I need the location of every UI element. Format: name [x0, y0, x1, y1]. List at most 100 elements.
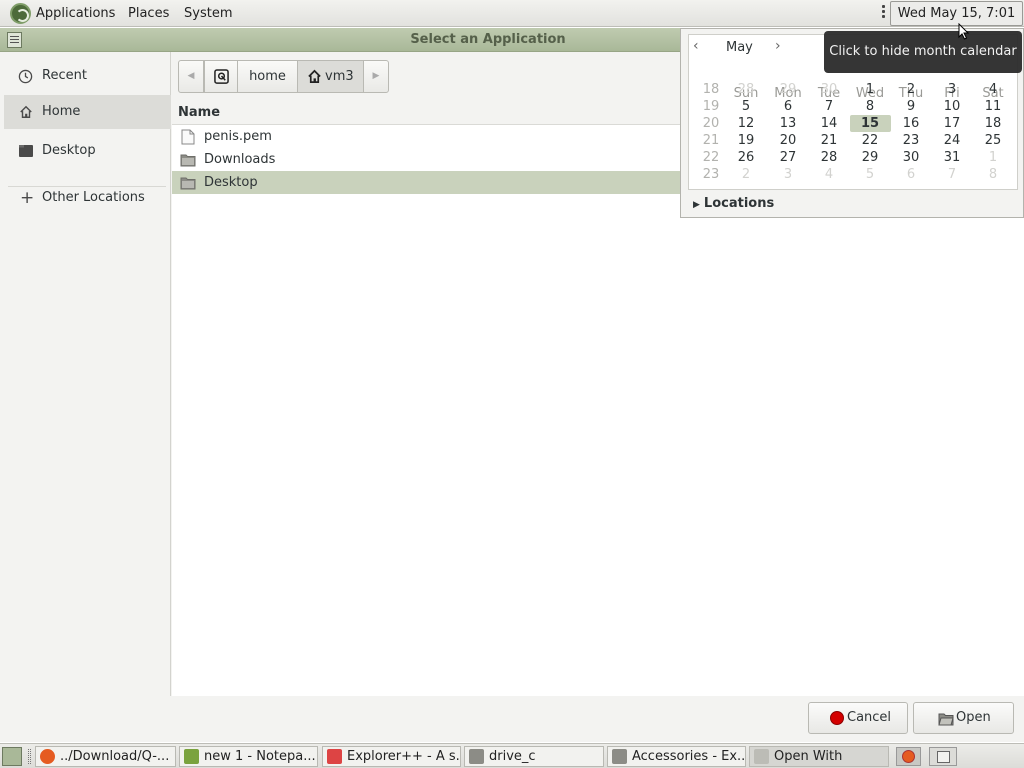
- calendar-day[interactable]: 9: [896, 98, 926, 115]
- calendar-day[interactable]: 23: [896, 132, 926, 149]
- next-month-icon[interactable]: ›: [775, 38, 781, 54]
- menu-system[interactable]: System: [184, 0, 232, 27]
- calendar-day[interactable]: 7: [814, 98, 844, 115]
- sidebar-item-label: Recent: [42, 68, 87, 83]
- calendar-day[interactable]: 11: [978, 98, 1008, 115]
- path-segment-home[interactable]: home: [237, 60, 298, 93]
- calendar-day[interactable]: 3: [773, 166, 803, 183]
- calendar-day[interactable]: 29: [855, 149, 885, 166]
- sidebar-item-desktop[interactable]: Desktop: [4, 134, 171, 168]
- calendar-day[interactable]: 10: [937, 98, 967, 115]
- drive-icon: [214, 69, 229, 84]
- calendar-day[interactable]: 28: [814, 149, 844, 166]
- mouse-pointer-icon: [958, 23, 970, 40]
- tray-firefox-icon[interactable]: [896, 747, 921, 766]
- sidebar-item-other-locations[interactable]: + Other Locations: [4, 181, 171, 215]
- calendar-day[interactable]: 6: [896, 166, 926, 183]
- folder-icon: [180, 154, 196, 167]
- calendar-day[interactable]: 8: [855, 98, 885, 115]
- folder-open-icon: [938, 713, 954, 726]
- taskbar-task-label: Explorer++ - A s...: [347, 749, 461, 764]
- calendar-day[interactable]: 2: [731, 166, 761, 183]
- calendar-day[interactable]: 4: [814, 166, 844, 183]
- column-header-label: Name: [178, 105, 221, 120]
- calendar-day[interactable]: 5: [855, 166, 885, 183]
- taskbar-task-label: Open With: [774, 749, 843, 764]
- calendar-day[interactable]: 30: [896, 149, 926, 166]
- calendar-day[interactable]: 13: [773, 115, 803, 132]
- calendar-day[interactable]: 14: [814, 115, 844, 132]
- calendar-day[interactable]: 15: [855, 115, 885, 132]
- calendar-day[interactable]: 29: [773, 81, 803, 98]
- calendar-day[interactable]: 1: [978, 149, 1008, 166]
- taskbar-task[interactable]: ../Download/Q-...: [35, 746, 176, 767]
- calendar-day[interactable]: 31: [937, 149, 967, 166]
- notepad-icon: [184, 749, 199, 764]
- calendar-week-number: 21: [702, 133, 720, 148]
- prev-month-icon[interactable]: ‹: [693, 38, 699, 54]
- calendar-day[interactable]: 17: [937, 115, 967, 132]
- locations-expander[interactable]: ▶ Locations: [693, 196, 774, 211]
- calendar-day[interactable]: 26: [731, 149, 761, 166]
- file-name: penis.pem: [204, 129, 272, 144]
- calendar-day[interactable]: 1: [855, 81, 885, 98]
- file-name: Desktop: [204, 175, 258, 190]
- taskbar-task[interactable]: Open With: [749, 746, 889, 767]
- sidebar-item-recent[interactable]: Recent: [4, 59, 171, 93]
- menu-applications[interactable]: Applications: [36, 0, 115, 27]
- open-button[interactable]: Open: [913, 702, 1014, 734]
- calendar-day[interactable]: 22: [855, 132, 885, 149]
- calendar-day[interactable]: 19: [731, 132, 761, 149]
- calendar-week-number: 22: [702, 150, 720, 165]
- sidebar-item-home[interactable]: Home: [4, 95, 171, 129]
- calendar-day[interactable]: 18: [978, 115, 1008, 132]
- path-forward-button[interactable]: ▶: [363, 60, 389, 93]
- calendar-day[interactable]: 27: [773, 149, 803, 166]
- calendar-day[interactable]: 30: [814, 81, 844, 98]
- sidebar-item-label: Home: [42, 104, 81, 119]
- calendar-day[interactable]: 8: [978, 166, 1008, 183]
- calendar-day[interactable]: 3: [937, 81, 967, 98]
- folder-icon: [612, 749, 627, 764]
- calendar-day[interactable]: 4: [978, 81, 1008, 98]
- taskbar-task[interactable]: drive_c: [464, 746, 604, 767]
- calendar-tooltip: Click to hide month calendar: [824, 31, 1022, 73]
- locations-label: Locations: [703, 196, 775, 211]
- clock[interactable]: Wed May 15, 7:01 PM: [890, 1, 1023, 45]
- calendar-day[interactable]: 24: [937, 132, 967, 149]
- path-segment-label: vm3: [325, 69, 354, 84]
- open-button-label: Open: [956, 710, 991, 725]
- show-desktop-icon[interactable]: [2, 747, 22, 766]
- taskbar-handle[interactable]: [28, 749, 31, 764]
- calendar-day[interactable]: 5: [731, 98, 761, 115]
- taskbar: ../Download/Q-... new 1 - Notepa... Explor…: [0, 743, 1024, 768]
- tray-window-icon[interactable]: [929, 747, 957, 766]
- taskbar-task-label: Accessories - Ex...: [632, 749, 746, 764]
- calendar-month-label: May: [726, 40, 753, 55]
- calendar-day[interactable]: 25: [978, 132, 1008, 149]
- path-back-button[interactable]: ◀: [178, 60, 204, 93]
- calendar-day[interactable]: 12: [731, 115, 761, 132]
- path-root-button[interactable]: [204, 60, 238, 93]
- taskbar-task[interactable]: new 1 - Notepa...: [179, 746, 318, 767]
- home-icon: [308, 69, 321, 83]
- calendar-day[interactable]: 6: [773, 98, 803, 115]
- calendar-day[interactable]: 21: [814, 132, 844, 149]
- calendar-day[interactable]: 20: [773, 132, 803, 149]
- calendar-day[interactable]: 16: [896, 115, 926, 132]
- window-icon: [754, 749, 769, 764]
- calendar-day[interactable]: 2: [896, 81, 926, 98]
- stop-icon: [830, 711, 844, 725]
- calendar-day[interactable]: 7: [937, 166, 967, 183]
- applications-logo-icon[interactable]: [10, 3, 31, 24]
- path-segment-vm3[interactable]: vm3: [297, 60, 364, 93]
- cancel-button[interactable]: Cancel: [808, 702, 908, 734]
- taskbar-task-label: drive_c: [489, 749, 536, 764]
- panel-handle-icon[interactable]: [882, 5, 886, 23]
- taskbar-task[interactable]: Accessories - Ex...: [607, 746, 746, 767]
- folder-icon: [180, 177, 196, 190]
- calendar-day[interactable]: 28: [731, 81, 761, 98]
- clock-icon: [18, 69, 33, 84]
- menu-places[interactable]: Places: [128, 0, 169, 27]
- taskbar-task[interactable]: Explorer++ - A s...: [322, 746, 461, 767]
